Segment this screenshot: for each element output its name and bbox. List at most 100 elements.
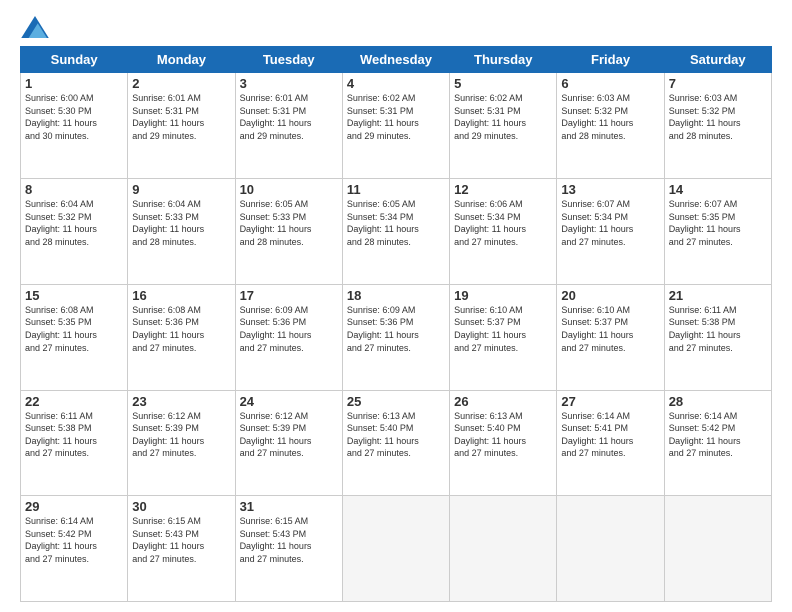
day-number: 13 (561, 182, 659, 197)
day-info: Sunrise: 6:04 AM Sunset: 5:33 PM Dayligh… (132, 198, 230, 248)
calendar-week-4: 22Sunrise: 6:11 AM Sunset: 5:38 PM Dayli… (21, 390, 772, 496)
calendar-header-friday: Friday (557, 47, 664, 73)
calendar-cell: 11Sunrise: 6:05 AM Sunset: 5:34 PM Dayli… (342, 179, 449, 285)
day-number: 11 (347, 182, 445, 197)
day-info: Sunrise: 6:01 AM Sunset: 5:31 PM Dayligh… (132, 92, 230, 142)
day-number: 31 (240, 499, 338, 514)
day-info: Sunrise: 6:13 AM Sunset: 5:40 PM Dayligh… (347, 410, 445, 460)
day-number: 20 (561, 288, 659, 303)
day-info: Sunrise: 6:06 AM Sunset: 5:34 PM Dayligh… (454, 198, 552, 248)
calendar-cell (664, 496, 771, 602)
day-number: 23 (132, 394, 230, 409)
day-info: Sunrise: 6:10 AM Sunset: 5:37 PM Dayligh… (561, 304, 659, 354)
day-number: 19 (454, 288, 552, 303)
day-info: Sunrise: 6:10 AM Sunset: 5:37 PM Dayligh… (454, 304, 552, 354)
calendar-header-sunday: Sunday (21, 47, 128, 73)
calendar-cell: 3Sunrise: 6:01 AM Sunset: 5:31 PM Daylig… (235, 73, 342, 179)
calendar-week-1: 1Sunrise: 6:00 AM Sunset: 5:30 PM Daylig… (21, 73, 772, 179)
calendar-cell: 28Sunrise: 6:14 AM Sunset: 5:42 PM Dayli… (664, 390, 771, 496)
calendar-cell (450, 496, 557, 602)
day-info: Sunrise: 6:09 AM Sunset: 5:36 PM Dayligh… (347, 304, 445, 354)
calendar-cell: 12Sunrise: 6:06 AM Sunset: 5:34 PM Dayli… (450, 179, 557, 285)
day-number: 7 (669, 76, 767, 91)
day-info: Sunrise: 6:07 AM Sunset: 5:34 PM Dayligh… (561, 198, 659, 248)
calendar-header-monday: Monday (128, 47, 235, 73)
calendar-cell: 15Sunrise: 6:08 AM Sunset: 5:35 PM Dayli… (21, 284, 128, 390)
day-number: 9 (132, 182, 230, 197)
day-number: 1 (25, 76, 123, 91)
calendar-cell: 29Sunrise: 6:14 AM Sunset: 5:42 PM Dayli… (21, 496, 128, 602)
day-info: Sunrise: 6:02 AM Sunset: 5:31 PM Dayligh… (347, 92, 445, 142)
calendar-cell: 13Sunrise: 6:07 AM Sunset: 5:34 PM Dayli… (557, 179, 664, 285)
calendar-cell (557, 496, 664, 602)
day-number: 2 (132, 76, 230, 91)
calendar-page: SundayMondayTuesdayWednesdayThursdayFrid… (0, 0, 792, 612)
day-number: 12 (454, 182, 552, 197)
day-info: Sunrise: 6:14 AM Sunset: 5:42 PM Dayligh… (669, 410, 767, 460)
logo-general (20, 16, 49, 38)
day-number: 14 (669, 182, 767, 197)
calendar-cell: 23Sunrise: 6:12 AM Sunset: 5:39 PM Dayli… (128, 390, 235, 496)
calendar-cell: 6Sunrise: 6:03 AM Sunset: 5:32 PM Daylig… (557, 73, 664, 179)
calendar-cell: 14Sunrise: 6:07 AM Sunset: 5:35 PM Dayli… (664, 179, 771, 285)
calendar-header-wednesday: Wednesday (342, 47, 449, 73)
day-number: 28 (669, 394, 767, 409)
day-info: Sunrise: 6:04 AM Sunset: 5:32 PM Dayligh… (25, 198, 123, 248)
calendar-cell: 21Sunrise: 6:11 AM Sunset: 5:38 PM Dayli… (664, 284, 771, 390)
day-info: Sunrise: 6:03 AM Sunset: 5:32 PM Dayligh… (669, 92, 767, 142)
day-info: Sunrise: 6:08 AM Sunset: 5:36 PM Dayligh… (132, 304, 230, 354)
day-number: 27 (561, 394, 659, 409)
day-info: Sunrise: 6:07 AM Sunset: 5:35 PM Dayligh… (669, 198, 767, 248)
calendar-cell: 2Sunrise: 6:01 AM Sunset: 5:31 PM Daylig… (128, 73, 235, 179)
calendar-cell: 17Sunrise: 6:09 AM Sunset: 5:36 PM Dayli… (235, 284, 342, 390)
day-number: 16 (132, 288, 230, 303)
day-number: 17 (240, 288, 338, 303)
calendar-cell: 18Sunrise: 6:09 AM Sunset: 5:36 PM Dayli… (342, 284, 449, 390)
day-info: Sunrise: 6:15 AM Sunset: 5:43 PM Dayligh… (240, 515, 338, 565)
calendar-week-5: 29Sunrise: 6:14 AM Sunset: 5:42 PM Dayli… (21, 496, 772, 602)
calendar-cell: 30Sunrise: 6:15 AM Sunset: 5:43 PM Dayli… (128, 496, 235, 602)
day-info: Sunrise: 6:03 AM Sunset: 5:32 PM Dayligh… (561, 92, 659, 142)
day-number: 3 (240, 76, 338, 91)
calendar-week-3: 15Sunrise: 6:08 AM Sunset: 5:35 PM Dayli… (21, 284, 772, 390)
day-number: 24 (240, 394, 338, 409)
day-info: Sunrise: 6:13 AM Sunset: 5:40 PM Dayligh… (454, 410, 552, 460)
calendar-header-thursday: Thursday (450, 47, 557, 73)
day-info: Sunrise: 6:02 AM Sunset: 5:31 PM Dayligh… (454, 92, 552, 142)
calendar-cell: 7Sunrise: 6:03 AM Sunset: 5:32 PM Daylig… (664, 73, 771, 179)
calendar-cell (342, 496, 449, 602)
calendar-cell: 25Sunrise: 6:13 AM Sunset: 5:40 PM Dayli… (342, 390, 449, 496)
calendar-cell: 24Sunrise: 6:12 AM Sunset: 5:39 PM Dayli… (235, 390, 342, 496)
calendar-cell: 5Sunrise: 6:02 AM Sunset: 5:31 PM Daylig… (450, 73, 557, 179)
day-number: 22 (25, 394, 123, 409)
logo (20, 16, 49, 38)
day-number: 29 (25, 499, 123, 514)
calendar-cell: 9Sunrise: 6:04 AM Sunset: 5:33 PM Daylig… (128, 179, 235, 285)
day-info: Sunrise: 6:08 AM Sunset: 5:35 PM Dayligh… (25, 304, 123, 354)
day-number: 15 (25, 288, 123, 303)
day-info: Sunrise: 6:11 AM Sunset: 5:38 PM Dayligh… (25, 410, 123, 460)
calendar-cell: 20Sunrise: 6:10 AM Sunset: 5:37 PM Dayli… (557, 284, 664, 390)
calendar-cell: 22Sunrise: 6:11 AM Sunset: 5:38 PM Dayli… (21, 390, 128, 496)
day-number: 26 (454, 394, 552, 409)
calendar-cell: 16Sunrise: 6:08 AM Sunset: 5:36 PM Dayli… (128, 284, 235, 390)
day-info: Sunrise: 6:14 AM Sunset: 5:41 PM Dayligh… (561, 410, 659, 460)
day-info: Sunrise: 6:09 AM Sunset: 5:36 PM Dayligh… (240, 304, 338, 354)
calendar-cell: 1Sunrise: 6:00 AM Sunset: 5:30 PM Daylig… (21, 73, 128, 179)
calendar-cell: 19Sunrise: 6:10 AM Sunset: 5:37 PM Dayli… (450, 284, 557, 390)
day-number: 30 (132, 499, 230, 514)
day-info: Sunrise: 6:11 AM Sunset: 5:38 PM Dayligh… (669, 304, 767, 354)
day-number: 21 (669, 288, 767, 303)
calendar-cell: 10Sunrise: 6:05 AM Sunset: 5:33 PM Dayli… (235, 179, 342, 285)
calendar-cell: 8Sunrise: 6:04 AM Sunset: 5:32 PM Daylig… (21, 179, 128, 285)
calendar-header-saturday: Saturday (664, 47, 771, 73)
calendar-week-2: 8Sunrise: 6:04 AM Sunset: 5:32 PM Daylig… (21, 179, 772, 285)
day-number: 6 (561, 76, 659, 91)
day-info: Sunrise: 6:00 AM Sunset: 5:30 PM Dayligh… (25, 92, 123, 142)
calendar-table: SundayMondayTuesdayWednesdayThursdayFrid… (20, 46, 772, 602)
day-number: 25 (347, 394, 445, 409)
day-info: Sunrise: 6:12 AM Sunset: 5:39 PM Dayligh… (240, 410, 338, 460)
day-info: Sunrise: 6:12 AM Sunset: 5:39 PM Dayligh… (132, 410, 230, 460)
calendar-header-row: SundayMondayTuesdayWednesdayThursdayFrid… (21, 47, 772, 73)
calendar-cell: 4Sunrise: 6:02 AM Sunset: 5:31 PM Daylig… (342, 73, 449, 179)
